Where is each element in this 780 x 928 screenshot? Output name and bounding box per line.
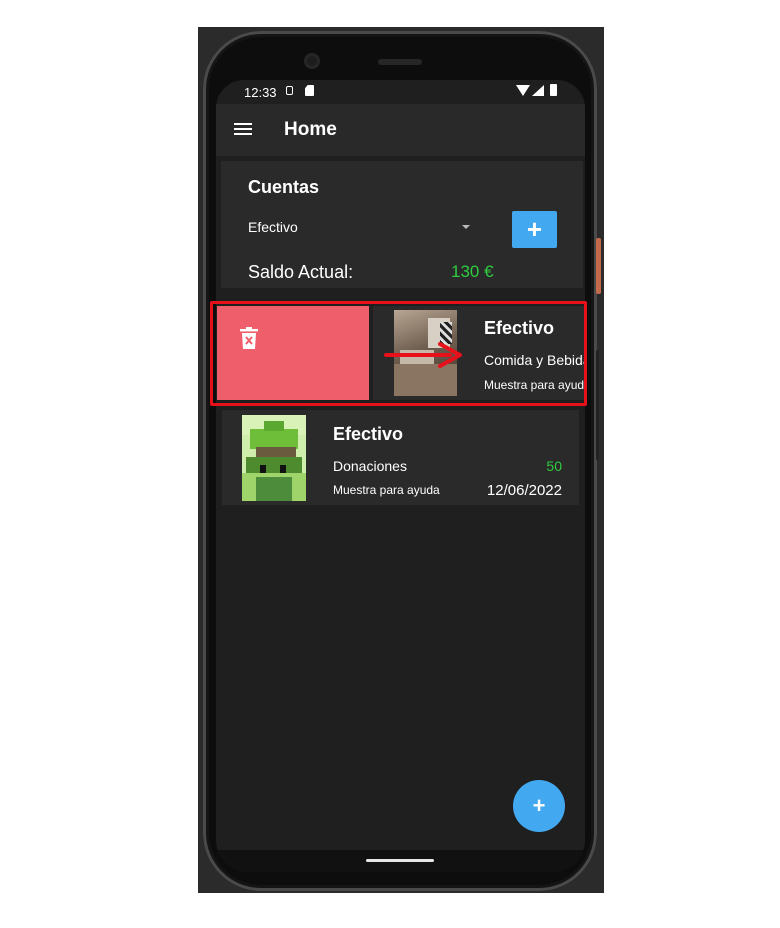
transaction-image — [242, 415, 306, 501]
front-camera — [304, 53, 320, 69]
wifi-icon — [516, 85, 530, 96]
account-dropdown[interactable]: Efectivo — [248, 219, 470, 239]
accounts-title: Cuentas — [248, 177, 320, 197]
earpiece-speaker — [378, 59, 422, 65]
add-transaction-fab[interactable]: + — [513, 780, 565, 832]
battery-icon — [550, 84, 557, 96]
balance-label: Saldo Actual: — [248, 262, 354, 282]
sd-card-icon — [305, 85, 314, 96]
notification-icon — [286, 86, 293, 95]
transaction-description: Muestra para ayuda — [333, 483, 440, 497]
add-account-button[interactable]: + — [512, 211, 557, 248]
power-button — [596, 238, 601, 294]
app-bar: Home — [216, 104, 585, 156]
transaction-category: Donaciones — [333, 458, 407, 474]
balance-value: 130 € — [451, 262, 494, 281]
swipe-right-arrow-icon — [384, 342, 462, 368]
transaction-card[interactable]: Efectivo Donaciones 50 Muestra para ayud… — [222, 410, 579, 505]
accounts-card: Cuentas Efectivo + Saldo Actual: 130 € — [221, 161, 583, 288]
home-gesture-handle[interactable] — [366, 859, 434, 862]
transaction-amount: 50 — [546, 458, 562, 474]
status-time: 12:33 — [244, 85, 277, 100]
hamburger-menu-icon[interactable] — [234, 123, 252, 135]
account-dropdown-value: Efectivo — [248, 219, 298, 235]
phone-screen: 12:33 Home Cuentas Efectivo + Saldo Actu… — [216, 80, 585, 872]
transaction-date: 12/06/2022 — [486, 482, 562, 499]
volume-button — [596, 350, 599, 460]
status-bar: 12:33 — [216, 80, 585, 104]
signal-icon — [532, 85, 544, 96]
transaction-account: Efectivo — [333, 424, 404, 444]
dropdown-arrow-icon — [462, 225, 470, 229]
page-title: Home — [284, 119, 337, 140]
